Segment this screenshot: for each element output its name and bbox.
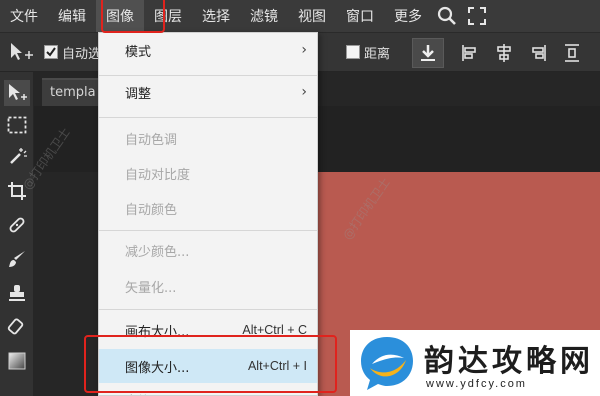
logo-url: www.ydfcy.com (426, 378, 527, 390)
menu-item-label: 自动对比度 (125, 167, 191, 183)
menu-edit[interactable]: 编辑 (48, 0, 96, 32)
menu-separator (99, 230, 317, 231)
gradient-tool-icon[interactable] (4, 348, 30, 374)
healing-brush-tool-icon[interactable] (4, 212, 30, 238)
menu-item-label: 自动颜色 (125, 202, 178, 218)
menu-select[interactable]: 选择 (192, 0, 240, 32)
site-logo-badge: 韵达攻略网 www.ydfcy.com (350, 330, 600, 396)
menu-window[interactable]: 窗口 (336, 0, 384, 32)
menu-item-label: 减少颜色... (125, 244, 190, 260)
menu-item-label: 调整 (125, 86, 152, 102)
search-icon[interactable] (432, 0, 462, 32)
chevron-right-icon: › (301, 84, 307, 100)
distance-label: 距离 (364, 47, 391, 62)
menu-more[interactable]: 更多 (384, 0, 432, 32)
menu-item-label: 模式 (125, 44, 152, 60)
menu-item-auto-tone[interactable]: 自动色调 (99, 123, 317, 153)
menu-item-label: 自动色调 (125, 132, 178, 148)
align-right-icon[interactable] (528, 43, 548, 63)
menu-item-label: 矢量化... (125, 280, 177, 296)
auto-select-label: 自动选 (62, 47, 102, 62)
move-tool-icon[interactable] (4, 80, 30, 106)
menu-item-vectorize[interactable]: 矢量化... (99, 271, 317, 301)
magic-wand-tool-icon[interactable] (4, 144, 30, 170)
toolbox (0, 72, 34, 396)
auto-select-checkbox[interactable] (44, 45, 58, 59)
menu-filter[interactable]: 滤镜 (240, 0, 288, 32)
menu-item-auto-contrast[interactable]: 自动对比度 (99, 158, 317, 188)
menu-item-auto-color[interactable]: 自动颜色 (99, 193, 317, 223)
move-tool-options-icon (8, 41, 34, 63)
menu-item-reduce-colors[interactable]: 减少颜色... (99, 235, 317, 265)
menu-separator (99, 75, 317, 76)
logo-bubble-icon (361, 337, 413, 390)
menu-separator (99, 117, 317, 118)
menu-bar: 文件 编辑 图像 图层 选择 滤镜 视图 窗口 更多 (0, 0, 600, 32)
menu-file[interactable]: 文件 (0, 0, 48, 32)
chevron-right-icon: › (301, 42, 307, 58)
brush-tool-icon[interactable] (4, 246, 30, 272)
stamp-tool-icon[interactable] (4, 280, 30, 306)
distance-checkbox[interactable] (346, 45, 360, 59)
align-left-icon[interactable] (460, 43, 480, 63)
annotation-box-image-size (84, 335, 337, 393)
eraser-tool-icon[interactable] (4, 314, 30, 340)
download-icon[interactable] (412, 38, 444, 68)
annotation-box-image-menu (101, 0, 165, 33)
menu-item-adjust[interactable]: 调整 › (99, 77, 317, 107)
distribute-icon[interactable] (562, 43, 582, 63)
menu-view[interactable]: 视图 (288, 0, 336, 32)
menu-separator (99, 309, 317, 310)
logo-title: 韵达攻略网 (424, 344, 594, 379)
fullscreen-icon[interactable] (462, 0, 492, 32)
marquee-tool-icon[interactable] (4, 112, 30, 138)
menu-item-mode[interactable]: 模式 › (99, 35, 317, 65)
align-center-icon[interactable] (494, 43, 514, 63)
